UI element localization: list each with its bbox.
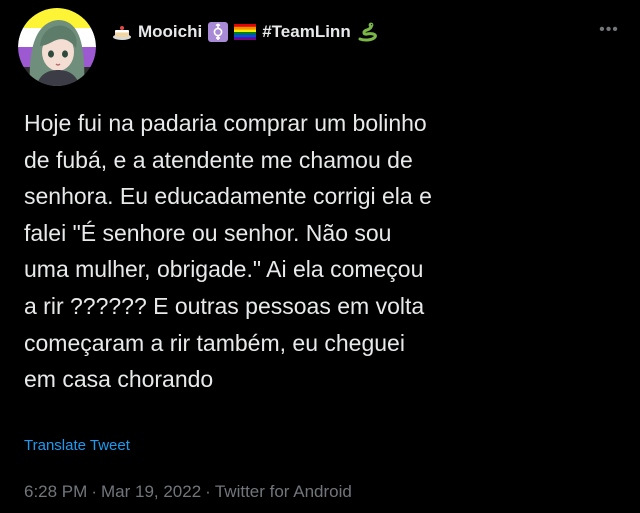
author-hashtag[interactable]: #TeamLinn <box>262 22 350 42</box>
more-options-icon[interactable]: ••• <box>594 21 624 38</box>
cake-icon <box>112 23 132 41</box>
transgender-symbol-icon <box>208 22 229 42</box>
avatar-image <box>18 8 96 86</box>
author-display-name[interactable]: Mooichi <box>138 22 202 42</box>
tweet-date[interactable]: Mar 19, 2022 <box>101 482 201 501</box>
rainbow-flag-icon <box>234 24 257 40</box>
tweet-time[interactable]: 6:28 PM <box>24 482 87 501</box>
avatar[interactable] <box>18 8 96 86</box>
tweet-metadata: 6:28 PM · Mar 19, 2022 · Twitter for Android <box>24 482 352 502</box>
tweet: Mooichi #TeamLinn ••• Hoje fui na padari… <box>0 0 640 513</box>
tweet-source[interactable]: Twitter for Android <box>215 482 352 501</box>
separator: · <box>205 482 211 501</box>
translate-tweet-link[interactable]: Translate Tweet <box>24 437 130 454</box>
tweet-text: Hoje fui na padaria comprar um bolinho d… <box>24 110 432 393</box>
tweet-header: Mooichi #TeamLinn ••• <box>18 8 628 86</box>
author-line[interactable]: Mooichi #TeamLinn <box>112 18 379 46</box>
snake-icon <box>357 22 379 42</box>
separator: · <box>91 482 97 501</box>
